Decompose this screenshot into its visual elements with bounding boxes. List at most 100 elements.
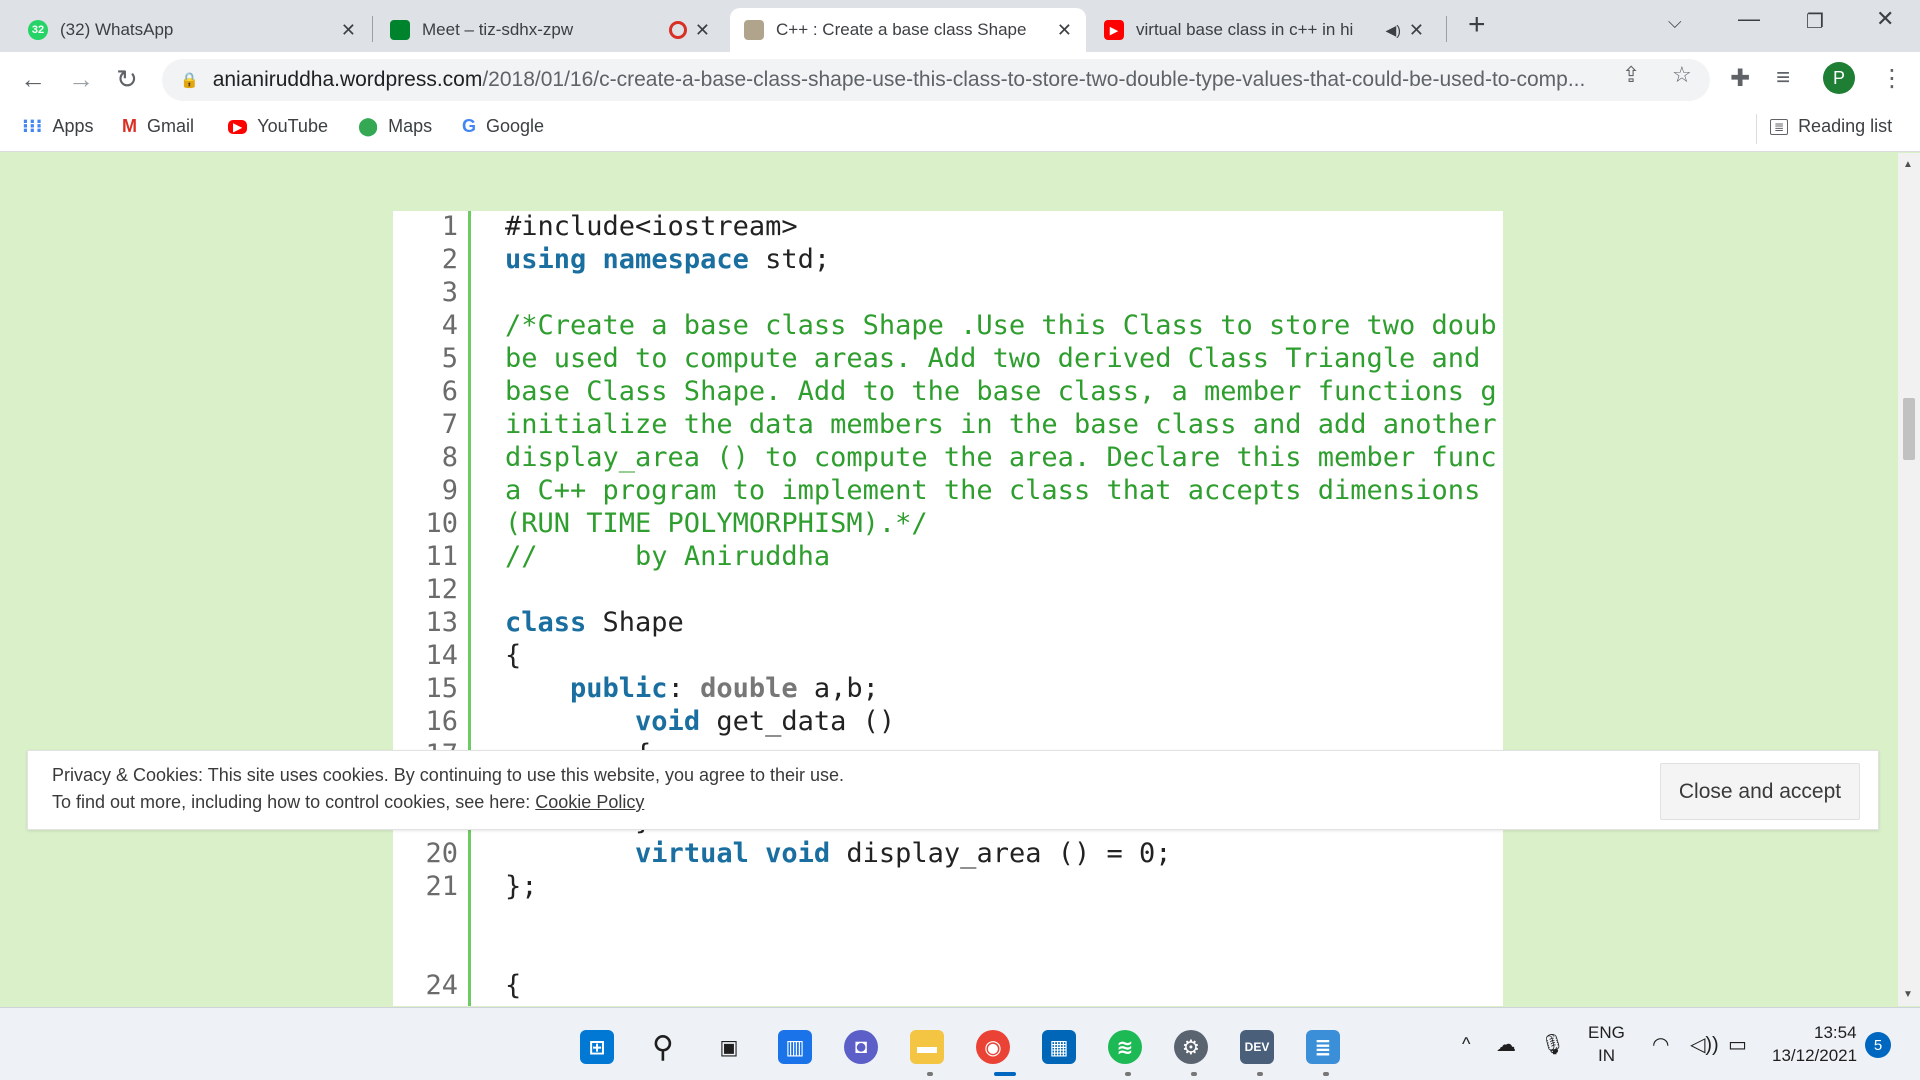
- bookmark-gmail[interactable]: M Gmail: [122, 116, 194, 137]
- tab-meet[interactable]: Meet – tiz-sdhx-zpw ✕: [376, 8, 724, 52]
- battery-icon[interactable]: ▭: [1728, 1032, 1747, 1057]
- url-text[interactable]: anianiruddha.wordpress.com/2018/01/16/c-…: [213, 68, 1633, 92]
- scroll-thumb[interactable]: [1903, 398, 1915, 460]
- tab-whatsapp[interactable]: 32 (32) WhatsApp ✕: [14, 8, 370, 52]
- running-app-indicator: [927, 1072, 933, 1076]
- show-hidden-icons-icon[interactable]: ^: [1462, 1034, 1470, 1055]
- microsoft-store-icon[interactable]: ▦: [1042, 1030, 1076, 1064]
- code-line: // by Aniruddha: [505, 541, 830, 572]
- reload-icon[interactable]: ↻: [116, 64, 138, 95]
- code-line: display_area () to compute the area. Dec…: [505, 442, 1497, 473]
- line-number: 16: [425, 706, 458, 737]
- tab-title: virtual base class in c++ in hi: [1136, 20, 1354, 39]
- search-icon[interactable]: ⚲: [646, 1030, 680, 1064]
- bookmark-google[interactable]: G Google: [462, 116, 544, 137]
- settings-icon[interactable]: ⚙: [1174, 1030, 1208, 1064]
- code-line: {: [505, 640, 521, 671]
- chrome-icon[interactable]: ◉: [976, 1030, 1010, 1064]
- line-number: 13: [425, 607, 458, 638]
- code-token: namespace: [602, 244, 749, 275]
- tab-strip: 32 (32) WhatsApp ✕ Meet – tiz-sdhx-zpw ✕…: [0, 0, 1920, 52]
- scroll-down-icon[interactable]: ▼: [1903, 989, 1913, 1000]
- cookie-more-info-text: To find out more, including how to contr…: [52, 792, 536, 812]
- tab-search-icon[interactable]: ⌵: [1668, 12, 1682, 33]
- dev-cpp-icon[interactable]: DEV: [1240, 1030, 1274, 1064]
- spotify-icon[interactable]: ≋: [1108, 1030, 1142, 1064]
- wifi-icon[interactable]: ◠: [1652, 1032, 1669, 1057]
- cookie-policy-link[interactable]: Cookie Policy: [535, 792, 644, 812]
- tab-separator: [1446, 16, 1447, 42]
- line-number-gutter: 12345678910111213141516171819202124: [393, 211, 471, 1006]
- close-icon[interactable]: ✕: [695, 20, 710, 41]
- code-line: /*Create a base class Shape .Use this Cl…: [505, 310, 1497, 341]
- code-token: initialize the data members in the base …: [505, 409, 1497, 440]
- notepad-icon[interactable]: ≣: [1306, 1030, 1340, 1064]
- file-explorer-icon[interactable]: ▬: [910, 1030, 944, 1064]
- running-app-indicator: [1257, 1072, 1263, 1076]
- language-top[interactable]: ENG: [1588, 1023, 1625, 1043]
- microphone-icon[interactable]: 🎙: [1540, 1032, 1565, 1057]
- code-token: class: [505, 607, 587, 638]
- language-bottom[interactable]: IN: [1598, 1046, 1615, 1066]
- tab-cpp-shape[interactable]: C++ : Create a base class Shape ✕: [730, 8, 1086, 52]
- code-token: get_data (): [700, 706, 896, 737]
- extensions-icon[interactable]: ✚: [1730, 64, 1750, 93]
- back-icon[interactable]: ←: [20, 64, 46, 95]
- volume-icon[interactable]: ◁)): [1690, 1032, 1719, 1057]
- tab-separator: [372, 16, 373, 42]
- restore-icon[interactable]: ❐: [1806, 9, 1824, 34]
- bookmark-youtube[interactable]: ▶ YouTube: [228, 116, 328, 137]
- bookmark-label: Gmail: [147, 116, 195, 136]
- tab-title: C++ : Create a base class Shape: [776, 20, 1027, 39]
- code-token: using: [505, 244, 587, 275]
- bookmark-maps[interactable]: ⬤ Maps: [358, 116, 432, 137]
- tab-youtube[interactable]: ▶ virtual base class in c++ in hi ◀) ✕: [1090, 8, 1438, 52]
- task-view-icon[interactable]: ▣: [712, 1030, 746, 1064]
- line-number: 12: [425, 574, 458, 605]
- onedrive-icon[interactable]: ☁: [1496, 1032, 1516, 1057]
- close-and-accept-button[interactable]: Close and accept: [1660, 763, 1860, 820]
- profile-avatar[interactable]: P: [1823, 62, 1855, 94]
- speaker-icon[interactable]: ◀): [1385, 22, 1400, 39]
- close-icon[interactable]: ✕: [341, 20, 356, 41]
- widgets-icon[interactable]: ▥: [778, 1030, 812, 1064]
- minimize-icon[interactable]: —: [1738, 6, 1760, 32]
- bookmark-apps[interactable]: ⁝⁝⁝ Apps: [22, 116, 94, 137]
- clock-date[interactable]: 13/12/2021: [1772, 1046, 1857, 1066]
- scroll-up-icon[interactable]: ▲: [1903, 159, 1913, 170]
- google-meet-icon: [390, 20, 410, 40]
- line-number: 11: [425, 541, 458, 572]
- new-tab-button[interactable]: +: [1468, 8, 1486, 42]
- forward-icon[interactable]: →: [68, 64, 94, 95]
- code-token: /*Create a base class Shape .Use this Cl…: [505, 310, 1497, 341]
- code-line: };: [505, 871, 538, 902]
- share-icon[interactable]: ⇪: [1622, 62, 1640, 88]
- code-token: display_area () to compute the area. Dec…: [505, 442, 1497, 473]
- running-app-indicator: [1125, 1072, 1131, 1076]
- close-icon[interactable]: ✕: [1409, 20, 1424, 41]
- menu-icon[interactable]: ⋮: [1880, 64, 1904, 93]
- windows-start-icon[interactable]: ⊞: [580, 1030, 614, 1064]
- code-token: void: [765, 838, 831, 869]
- clock-time[interactable]: 13:54: [1814, 1023, 1857, 1043]
- address-bar[interactable]: 🔒 anianiruddha.wordpress.com/2018/01/16/…: [162, 59, 1710, 101]
- page-content[interactable]: 12345678910111213141516171819202124 #inc…: [0, 153, 1898, 1006]
- bookmark-separator: [1756, 114, 1757, 144]
- chat-icon[interactable]: ◘: [844, 1030, 878, 1064]
- media-control-icon[interactable]: ≡: [1776, 64, 1790, 92]
- close-icon[interactable]: ✕: [1057, 20, 1072, 41]
- line-number: 2: [441, 244, 458, 275]
- code-token: void: [635, 706, 701, 737]
- google-icon: G: [462, 116, 477, 136]
- reading-list-button[interactable]: ≣ Reading list: [1770, 116, 1892, 137]
- code-line: {: [505, 970, 521, 1001]
- notification-badge[interactable]: 5: [1865, 1032, 1891, 1058]
- bookmark-star-icon[interactable]: ☆: [1672, 62, 1692, 88]
- cookie-notice-text: Privacy & Cookies: This site uses cookie…: [52, 765, 845, 785]
- tab-title: (32) WhatsApp: [60, 20, 174, 39]
- page-scrollbar[interactable]: ▲ ▼: [1898, 153, 1920, 1006]
- gmail-icon: M: [122, 116, 137, 136]
- window-close-icon[interactable]: ✕: [1876, 6, 1894, 32]
- line-number: 20: [425, 838, 458, 869]
